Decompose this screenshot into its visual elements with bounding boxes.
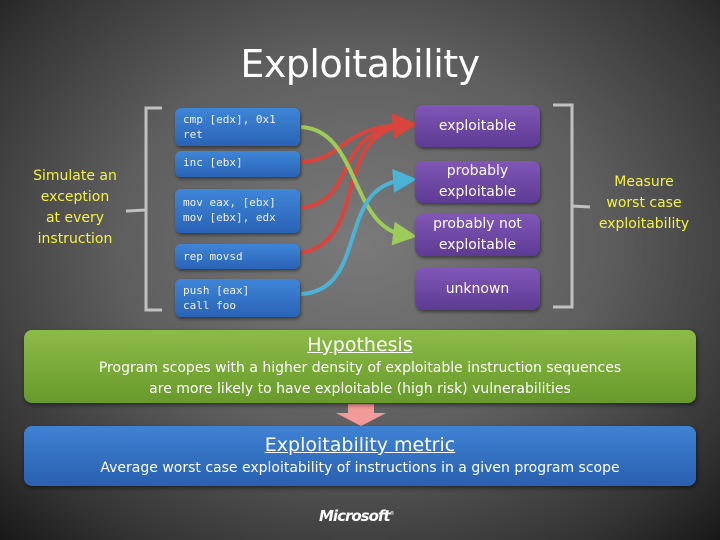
microsoft-logo: Microsoft®	[319, 507, 395, 525]
right-bracket	[553, 103, 591, 309]
right-label: Measure worst case exploitability	[598, 174, 690, 232]
classification-probably-not-exploitable: probably not exploitable	[415, 214, 540, 256]
classification-unknown: unknown	[415, 268, 540, 310]
arrow-cmp-to-probably-not	[300, 125, 417, 246]
left-label: Simulate an exception at every instructi…	[33, 168, 117, 247]
down-arrow	[336, 404, 386, 426]
logo-text: Microsoft	[319, 507, 391, 525]
classification-probably-exploitable: probably exploitable	[415, 161, 540, 203]
hypothesis-heading: Hypothesis	[307, 334, 413, 356]
instruction-box: push [eax] call foo	[175, 279, 300, 317]
instruction-box: mov eax, [ebx] mov [ebx], edx	[175, 189, 300, 233]
hypothesis-panel: Hypothesis Program scopes with a higher …	[24, 330, 696, 403]
classification-exploitable: exploitable	[415, 105, 540, 147]
left-bracket	[125, 106, 162, 312]
hypothesis-line-2: are more likely to have exploitable (hig…	[149, 381, 571, 397]
instruction-box: rep movsd	[175, 244, 300, 269]
metric-body: Average worst case exploitability of ins…	[100, 460, 620, 476]
instruction-box: inc [ebx]	[175, 151, 300, 177]
hypothesis-line-1: Program scopes with a higher density of …	[98, 360, 622, 376]
registered-mark: ®	[389, 511, 395, 517]
metric-heading: Exploitability metric	[264, 434, 456, 456]
metric-panel: Exploitability metric Average worst case…	[24, 426, 696, 486]
instruction-box: cmp [edx], 0x1 ret	[175, 108, 300, 146]
arrow-push-to-probably	[300, 168, 417, 296]
